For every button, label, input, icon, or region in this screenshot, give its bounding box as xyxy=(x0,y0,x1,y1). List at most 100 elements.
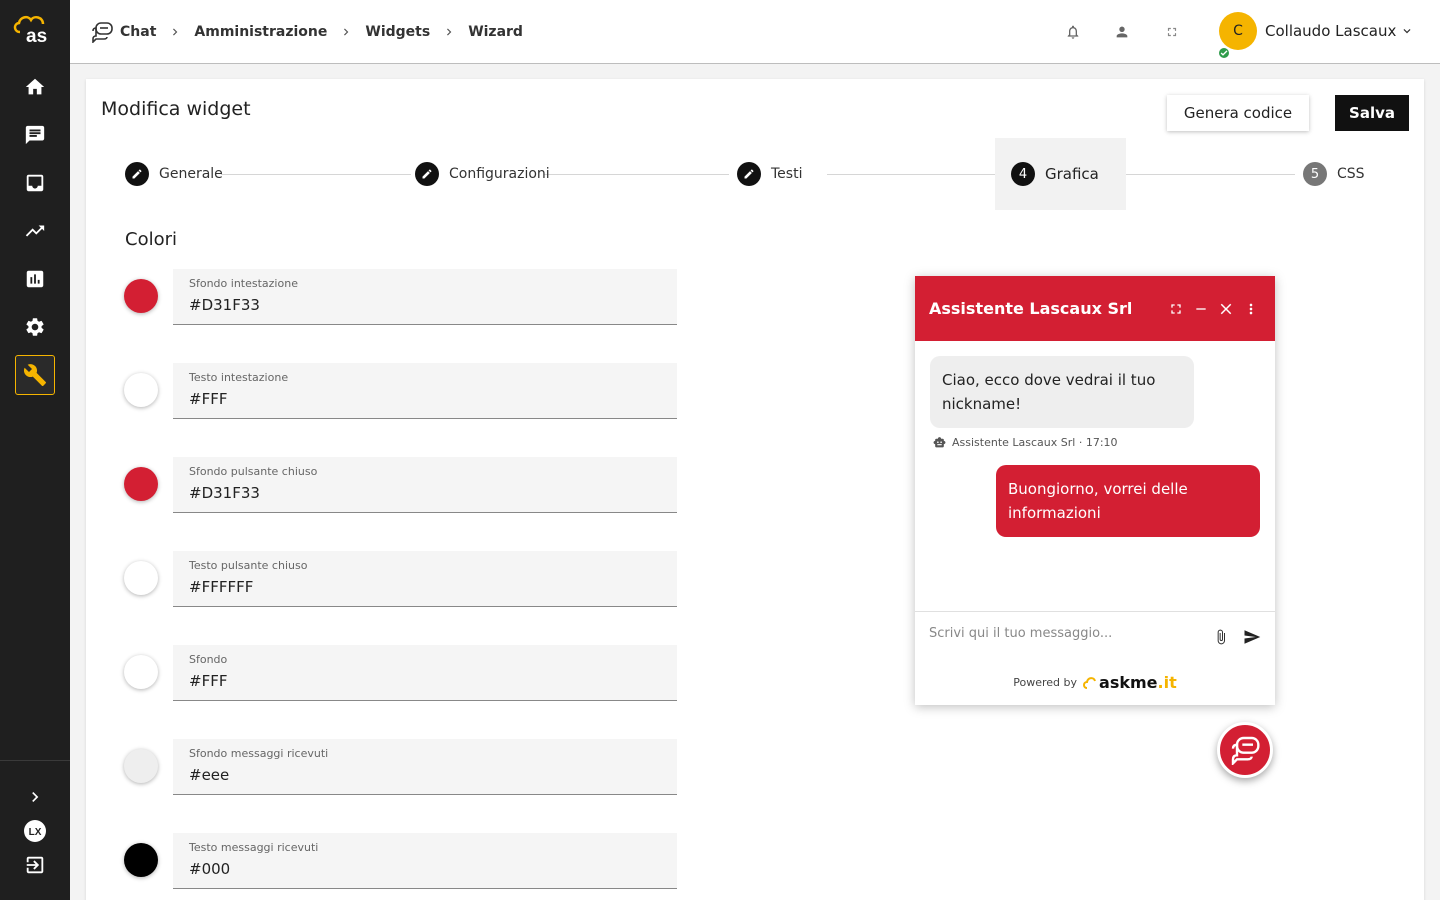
step-connector xyxy=(544,174,729,175)
step-label: CSS xyxy=(1337,166,1365,182)
color-swatch[interactable] xyxy=(124,561,158,595)
color-input-field[interactable]: Testo intestazione #FFF xyxy=(173,363,677,419)
chevron-down-icon xyxy=(1403,29,1411,34)
powered-by: Powered by askme .it xyxy=(915,673,1275,692)
avatar[interactable]: C xyxy=(1219,12,1257,50)
logout-button[interactable] xyxy=(15,845,55,885)
chat-bot-icon xyxy=(1231,736,1260,765)
breadcrumb-widgets[interactable]: Widgets xyxy=(365,24,430,40)
section-title: Colori xyxy=(125,229,177,250)
message-meta: Assistente Lascaux Srl · 17:10 xyxy=(933,436,1118,449)
widget-fullscreen-button[interactable] xyxy=(1167,300,1185,318)
step-css[interactable]: 5 CSS xyxy=(1303,138,1365,210)
color-input-field[interactable]: Sfondo messaggi ricevuti #eee xyxy=(173,739,677,795)
field-label: Sfondo pulsante chiuso xyxy=(189,465,318,478)
color-input-field[interactable]: Sfondo intestazione #D31F33 xyxy=(173,269,677,325)
message-input[interactable] xyxy=(929,626,1199,641)
generate-code-button[interactable]: Genera codice xyxy=(1167,95,1309,131)
widget-minimize-button[interactable] xyxy=(1192,300,1210,318)
app-logo[interactable]: as xyxy=(10,12,60,47)
color-value-input[interactable]: #D31F33 xyxy=(189,296,659,314)
askme-logo[interactable]: askme .it xyxy=(1083,673,1177,692)
logout-icon xyxy=(26,856,44,874)
step-grafica[interactable]: 4 Grafica xyxy=(995,138,1126,210)
chat-launcher-button[interactable] xyxy=(1217,722,1273,778)
step-number: 4 xyxy=(1011,162,1035,186)
fullscreen-icon xyxy=(1171,304,1181,314)
step-connector xyxy=(1126,174,1295,175)
widget-close-button[interactable] xyxy=(1217,300,1235,318)
color-value-input[interactable]: #FFFFFF xyxy=(189,578,659,596)
sidebar-item-chat[interactable] xyxy=(15,115,55,155)
breadcrumb-amministrazione[interactable]: Amministrazione xyxy=(194,24,327,40)
breadcrumb-label: Chat xyxy=(120,24,157,40)
sidebar-item-tools[interactable] xyxy=(15,355,55,395)
field-label: Sfondo messaggi ricevuti xyxy=(189,747,329,760)
brand-name: askme xyxy=(1099,673,1158,692)
svg-text:LX: LX xyxy=(29,827,42,838)
trending-icon xyxy=(25,225,45,237)
step-generale[interactable]: Generale xyxy=(125,138,223,210)
chevron-right-icon xyxy=(442,25,456,39)
color-value-input[interactable]: #FFF xyxy=(189,672,659,690)
received-message: Ciao, ecco dove vedrai il tuo nickname! xyxy=(930,356,1194,428)
breadcrumb-chat[interactable]: Chat xyxy=(90,21,156,43)
powered-by-label: Powered by xyxy=(1013,676,1078,689)
sidebar-item-inbox[interactable] xyxy=(15,163,55,203)
breadcrumb-wizard[interactable]: Wizard xyxy=(468,24,523,40)
sidebar-item-trending[interactable] xyxy=(15,211,55,251)
gear-icon xyxy=(26,318,44,336)
field-label: Testo pulsante chiuso xyxy=(189,559,308,572)
color-input-field[interactable]: Sfondo pulsante chiuso #D31F33 xyxy=(173,457,677,513)
color-input-field[interactable]: Testo pulsante chiuso #FFFFFF xyxy=(173,551,677,607)
sidebar-item-settings[interactable] xyxy=(15,307,55,347)
minimize-icon xyxy=(1196,308,1206,310)
cloud-icon xyxy=(1083,676,1097,689)
sidebar-item-reports[interactable] xyxy=(15,259,55,299)
color-value-input[interactable]: #eee xyxy=(189,766,659,784)
color-swatch[interactable] xyxy=(124,655,158,689)
color-input-field[interactable]: Testo messaggi ricevuti #000 xyxy=(173,833,677,889)
step-configurazioni[interactable]: Configurazioni xyxy=(415,138,550,210)
robot-icon xyxy=(933,437,946,448)
color-swatch[interactable] xyxy=(124,467,158,501)
color-swatch[interactable] xyxy=(124,279,158,313)
color-value-input[interactable]: #FFF xyxy=(189,390,659,408)
color-swatch[interactable] xyxy=(124,749,158,783)
color-input-field[interactable]: Sfondo #FFF xyxy=(173,645,677,701)
send-icon xyxy=(1244,630,1261,644)
fullscreen-button[interactable] xyxy=(1162,22,1182,42)
color-swatch[interactable] xyxy=(124,843,158,877)
notifications-button[interactable] xyxy=(1063,22,1083,42)
message-meta-text: Assistente Lascaux Srl · 17:10 xyxy=(952,436,1118,449)
step-testi[interactable]: Testi xyxy=(737,138,802,210)
avatar-initial: C xyxy=(1233,23,1243,39)
attach-button[interactable] xyxy=(1213,628,1229,650)
user-menu[interactable]: Collaudo Lascaux xyxy=(1265,22,1414,40)
paperclip-icon xyxy=(1217,629,1225,645)
step-connector xyxy=(827,174,996,175)
field-label: Sfondo xyxy=(189,653,228,666)
person-icon xyxy=(1116,26,1128,38)
color-field-header-text: Testo intestazione #FFF xyxy=(124,363,677,419)
step-label: Grafica xyxy=(1045,165,1099,183)
widget-title: Assistente Lascaux Srl xyxy=(929,299,1133,318)
top-header: Chat Amministrazione Widgets Wizard C Co… xyxy=(70,0,1440,64)
bell-icon xyxy=(1067,25,1079,39)
profile-button[interactable] xyxy=(1112,22,1132,42)
sidebar-item-home[interactable] xyxy=(15,67,55,107)
send-button[interactable] xyxy=(1242,628,1262,650)
chat-bot-icon xyxy=(92,22,113,43)
edit-icon xyxy=(737,162,761,186)
step-label: Testi xyxy=(771,166,803,182)
breadcrumb: Chat Amministrazione Widgets Wizard xyxy=(90,0,523,64)
save-button[interactable]: Salva xyxy=(1335,95,1409,131)
color-swatch[interactable] xyxy=(124,373,158,407)
color-value-input[interactable]: #D31F33 xyxy=(189,484,659,502)
chat-widget-preview: Assistente Lascaux Srl Ciao, ecco dove v… xyxy=(915,276,1275,705)
online-status-icon xyxy=(1217,46,1231,60)
field-label: Testo intestazione xyxy=(189,371,289,384)
fullscreen-icon xyxy=(1167,27,1177,37)
color-value-input[interactable]: #000 xyxy=(189,860,659,878)
widget-more-button[interactable] xyxy=(1242,300,1260,318)
